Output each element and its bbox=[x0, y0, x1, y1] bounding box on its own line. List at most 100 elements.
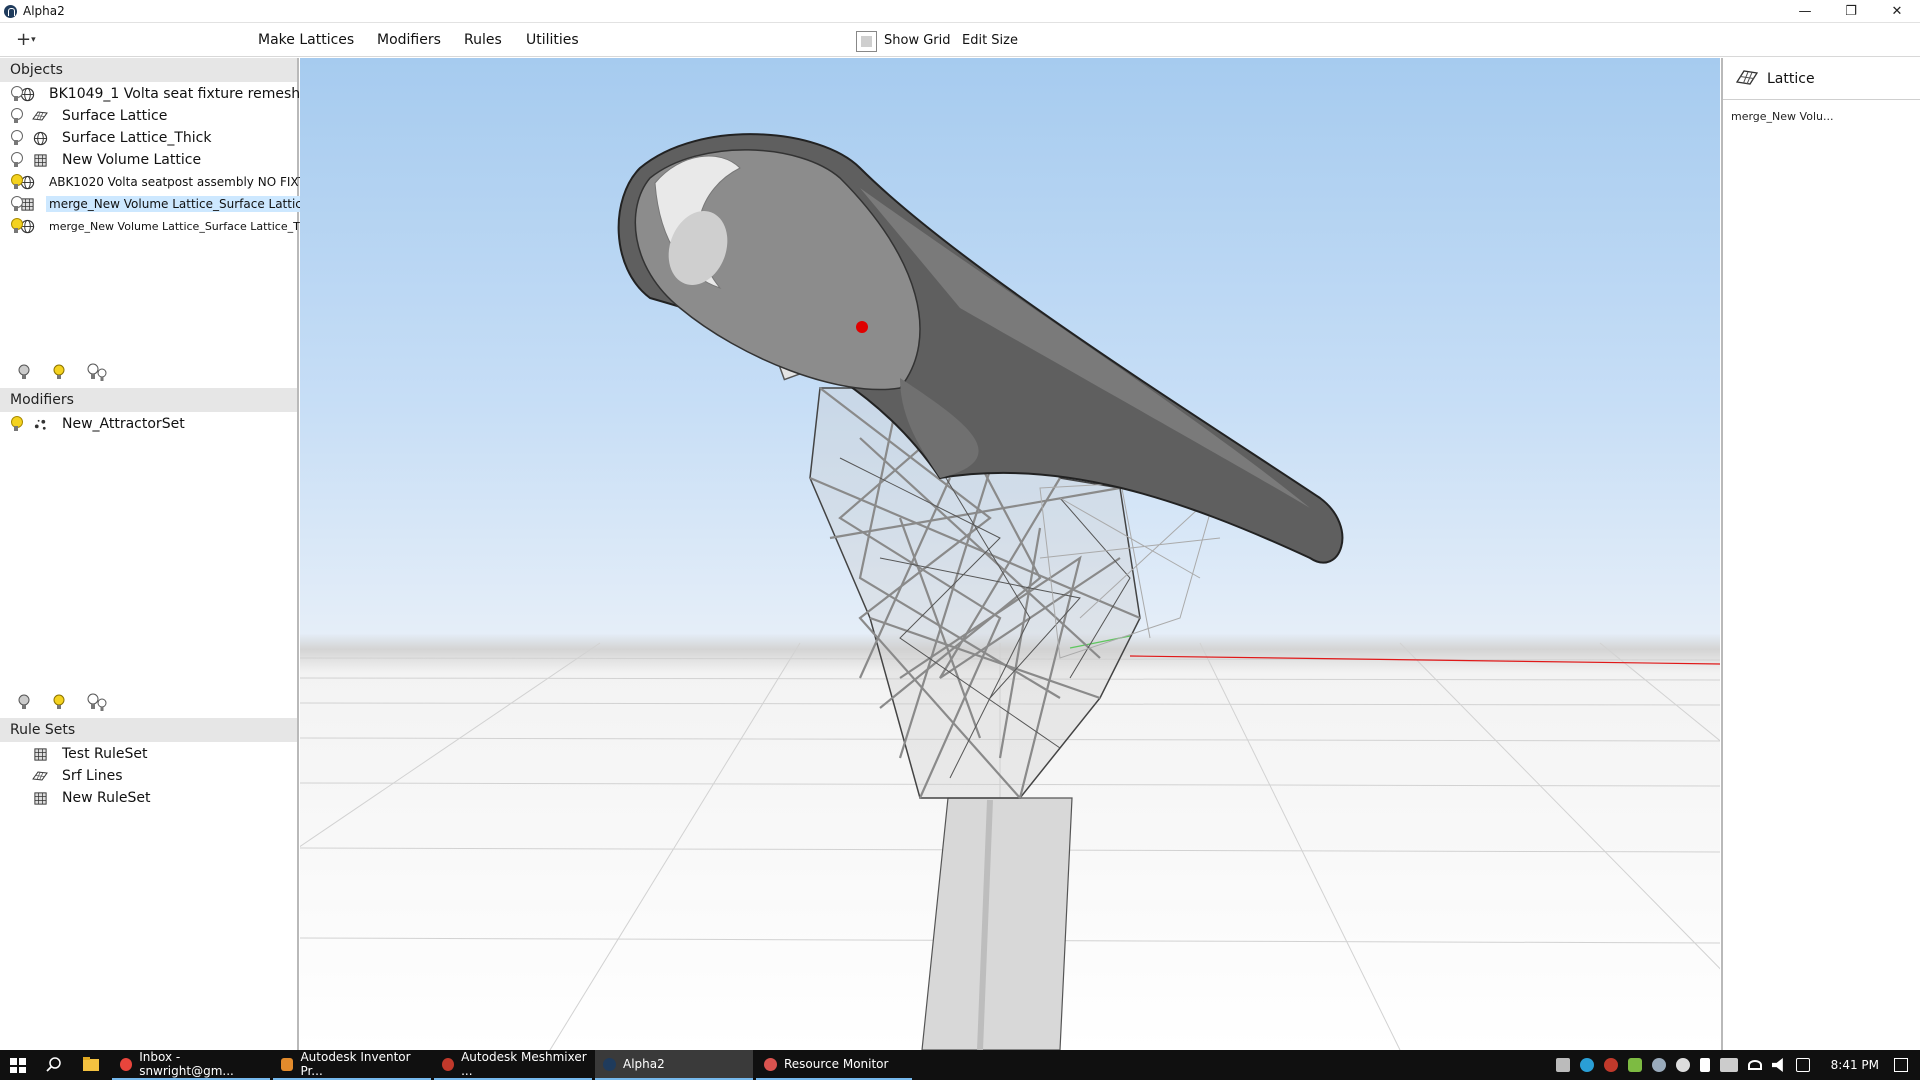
hide-all-icon[interactable] bbox=[16, 692, 40, 712]
object-row-selected[interactable]: merge_New Volume Lattice_Surface Lattice bbox=[0, 193, 313, 215]
menu-bar: +▾ Make Lattices Modifiers Rules Utiliti… bbox=[0, 23, 1920, 57]
object-label: merge_New Volume Lattice_Surface Lattice bbox=[46, 196, 313, 212]
object-row[interactable]: ABK1020 Volta seatpost assembly NO FIXTU… bbox=[0, 171, 330, 193]
security-icon[interactable] bbox=[1603, 1058, 1618, 1072]
task-inventor[interactable]: Autodesk Inventor Pr... bbox=[273, 1050, 431, 1080]
window-title: Alpha2 bbox=[23, 4, 65, 18]
modifier-row[interactable]: New_AttractorSet bbox=[0, 413, 297, 435]
show-all-icon[interactable] bbox=[51, 362, 75, 382]
attractor-icon bbox=[32, 416, 48, 432]
surface-lattice-icon bbox=[1735, 67, 1759, 91]
volume-icon[interactable] bbox=[1771, 1058, 1783, 1072]
seatpost-tube bbox=[921, 797, 1073, 1050]
dropdown-arrow-icon: ▾ bbox=[31, 35, 36, 45]
meshmixer-icon bbox=[442, 1057, 455, 1071]
object-row[interactable]: Surface Lattice bbox=[0, 105, 297, 127]
object-label: BK1049_1 Volta seat fixture remeshed bbox=[49, 86, 318, 102]
taskbar-clock[interactable]: 8:41 PM bbox=[1831, 1058, 1879, 1072]
cloud-icon[interactable] bbox=[1651, 1058, 1666, 1072]
notifications-icon[interactable] bbox=[1894, 1058, 1908, 1072]
wifi-icon[interactable] bbox=[1747, 1060, 1762, 1070]
taskbar: Inbox - snwright@gm... Autodesk Inventor… bbox=[0, 1050, 1920, 1080]
battery-icon[interactable] bbox=[1719, 1058, 1738, 1072]
modifiers-header: Modifiers bbox=[0, 388, 297, 412]
hide-all-icon[interactable] bbox=[16, 362, 40, 382]
3d-viewport[interactable] bbox=[300, 58, 1720, 1050]
rule-sets-header: Rule Sets bbox=[0, 718, 297, 742]
task-meshmixer[interactable]: Autodesk Meshmixer ... bbox=[434, 1050, 592, 1080]
title-bar: Alpha2 — ❐ ✕ bbox=[0, 0, 1920, 23]
search-icon[interactable] bbox=[45, 1056, 62, 1077]
globe-icon bbox=[32, 130, 48, 146]
menu-modifiers[interactable]: Modifiers bbox=[377, 32, 441, 48]
viewport-scene bbox=[300, 133, 1720, 1050]
system-tray: 8:41 PM bbox=[1551, 1050, 1920, 1080]
app-icon bbox=[4, 4, 17, 18]
modifier-label: New_AttractorSet bbox=[62, 416, 185, 432]
object-label: New Volume Lattice bbox=[62, 152, 202, 168]
volume-lattice-icon bbox=[32, 152, 48, 168]
ruleset-row[interactable]: Srf Lines bbox=[0, 765, 297, 787]
add-button[interactable]: +▾ bbox=[16, 29, 36, 50]
lattice-panel-header: Lattice bbox=[1723, 58, 1920, 100]
left-panel: Objects BK1049_1 Volta seat fixture reme… bbox=[0, 58, 330, 1050]
toggle-visibility-icon[interactable] bbox=[86, 362, 110, 382]
show-grid-checkbox[interactable] bbox=[856, 31, 877, 52]
autodesk-icon[interactable] bbox=[1579, 1058, 1594, 1072]
inventor-icon bbox=[281, 1057, 294, 1071]
menu-make-lattices[interactable]: Make Lattices bbox=[258, 32, 354, 48]
visibility-bulb-icon[interactable] bbox=[10, 108, 23, 124]
restore-button[interactable]: ❐ bbox=[1828, 0, 1874, 23]
keyboard-icon[interactable] bbox=[1795, 1058, 1810, 1072]
ruleset-label: Srf Lines bbox=[62, 768, 123, 784]
modifiers-visibility-tools bbox=[16, 692, 110, 712]
task-alpha2[interactable]: Alpha2 bbox=[595, 1050, 753, 1080]
ruleset-label: New RuleSet bbox=[62, 790, 151, 806]
minimize-button[interactable]: — bbox=[1782, 0, 1828, 23]
surface-lattice-icon bbox=[32, 768, 48, 784]
volume-lattice-icon bbox=[32, 790, 48, 806]
object-label: ABK1020 Volta seatpost assembly NO FIXTU… bbox=[49, 175, 331, 189]
ruleset-row[interactable]: Test RuleSet bbox=[0, 743, 297, 765]
visibility-bulb-icon[interactable] bbox=[10, 130, 23, 146]
window-controls: — ❐ ✕ bbox=[1782, 0, 1920, 23]
edit-size-button[interactable]: Edit Size bbox=[962, 33, 1018, 48]
lattice-panel-item[interactable]: merge_New Volu... bbox=[1723, 100, 1920, 133]
visibility-bulb-icon[interactable] bbox=[10, 416, 23, 432]
objects-header: Objects bbox=[0, 58, 297, 82]
file-explorer-icon[interactable] bbox=[82, 1056, 100, 1076]
task-resource-monitor[interactable]: Resource Monitor bbox=[756, 1050, 912, 1080]
right-panel: Lattice merge_New Volu... bbox=[1721, 58, 1920, 1050]
sync-icon[interactable] bbox=[1627, 1058, 1642, 1072]
object-row[interactable]: Surface Lattice_Thick bbox=[0, 127, 297, 149]
surface-lattice-icon bbox=[32, 108, 48, 124]
ruleset-row[interactable]: New RuleSet bbox=[0, 787, 297, 809]
dropbox-icon[interactable] bbox=[1555, 1058, 1570, 1072]
volume-lattice-icon bbox=[32, 746, 48, 762]
task-inbox[interactable]: Inbox - snwright@gm... bbox=[112, 1050, 270, 1080]
object-row[interactable]: BK1049_1 Volta seat fixture remeshed bbox=[0, 83, 318, 105]
show-grid-label: Show Grid bbox=[884, 33, 951, 48]
settings-icon[interactable] bbox=[1675, 1058, 1690, 1072]
windows-start-icon[interactable] bbox=[10, 1058, 26, 1073]
lattice-panel-title: Lattice bbox=[1767, 70, 1815, 87]
alpha2-icon bbox=[603, 1057, 616, 1071]
object-label: Surface Lattice bbox=[62, 108, 168, 124]
chrome-icon bbox=[120, 1057, 133, 1071]
plus-icon: + bbox=[16, 29, 32, 50]
resource-monitor-icon bbox=[764, 1057, 777, 1071]
show-all-icon[interactable] bbox=[51, 692, 75, 712]
object-label: merge_New Volume Lattice_Surface Lattice… bbox=[49, 219, 323, 233]
object-row[interactable]: New Volume Lattice bbox=[0, 149, 297, 171]
attractor-point[interactable] bbox=[856, 321, 868, 333]
objects-visibility-tools bbox=[16, 362, 110, 382]
object-label: Surface Lattice_Thick bbox=[62, 130, 212, 146]
menu-rules[interactable]: Rules bbox=[464, 32, 502, 48]
ruleset-label: Test RuleSet bbox=[62, 746, 148, 762]
lock-icon[interactable] bbox=[1699, 1058, 1710, 1072]
visibility-bulb-icon[interactable] bbox=[10, 152, 23, 168]
toggle-visibility-icon[interactable] bbox=[86, 692, 110, 712]
close-button[interactable]: ✕ bbox=[1874, 0, 1920, 23]
menu-utilities[interactable]: Utilities bbox=[526, 32, 579, 48]
object-row[interactable]: merge_New Volume Lattice_Surface Lattice… bbox=[0, 215, 322, 237]
